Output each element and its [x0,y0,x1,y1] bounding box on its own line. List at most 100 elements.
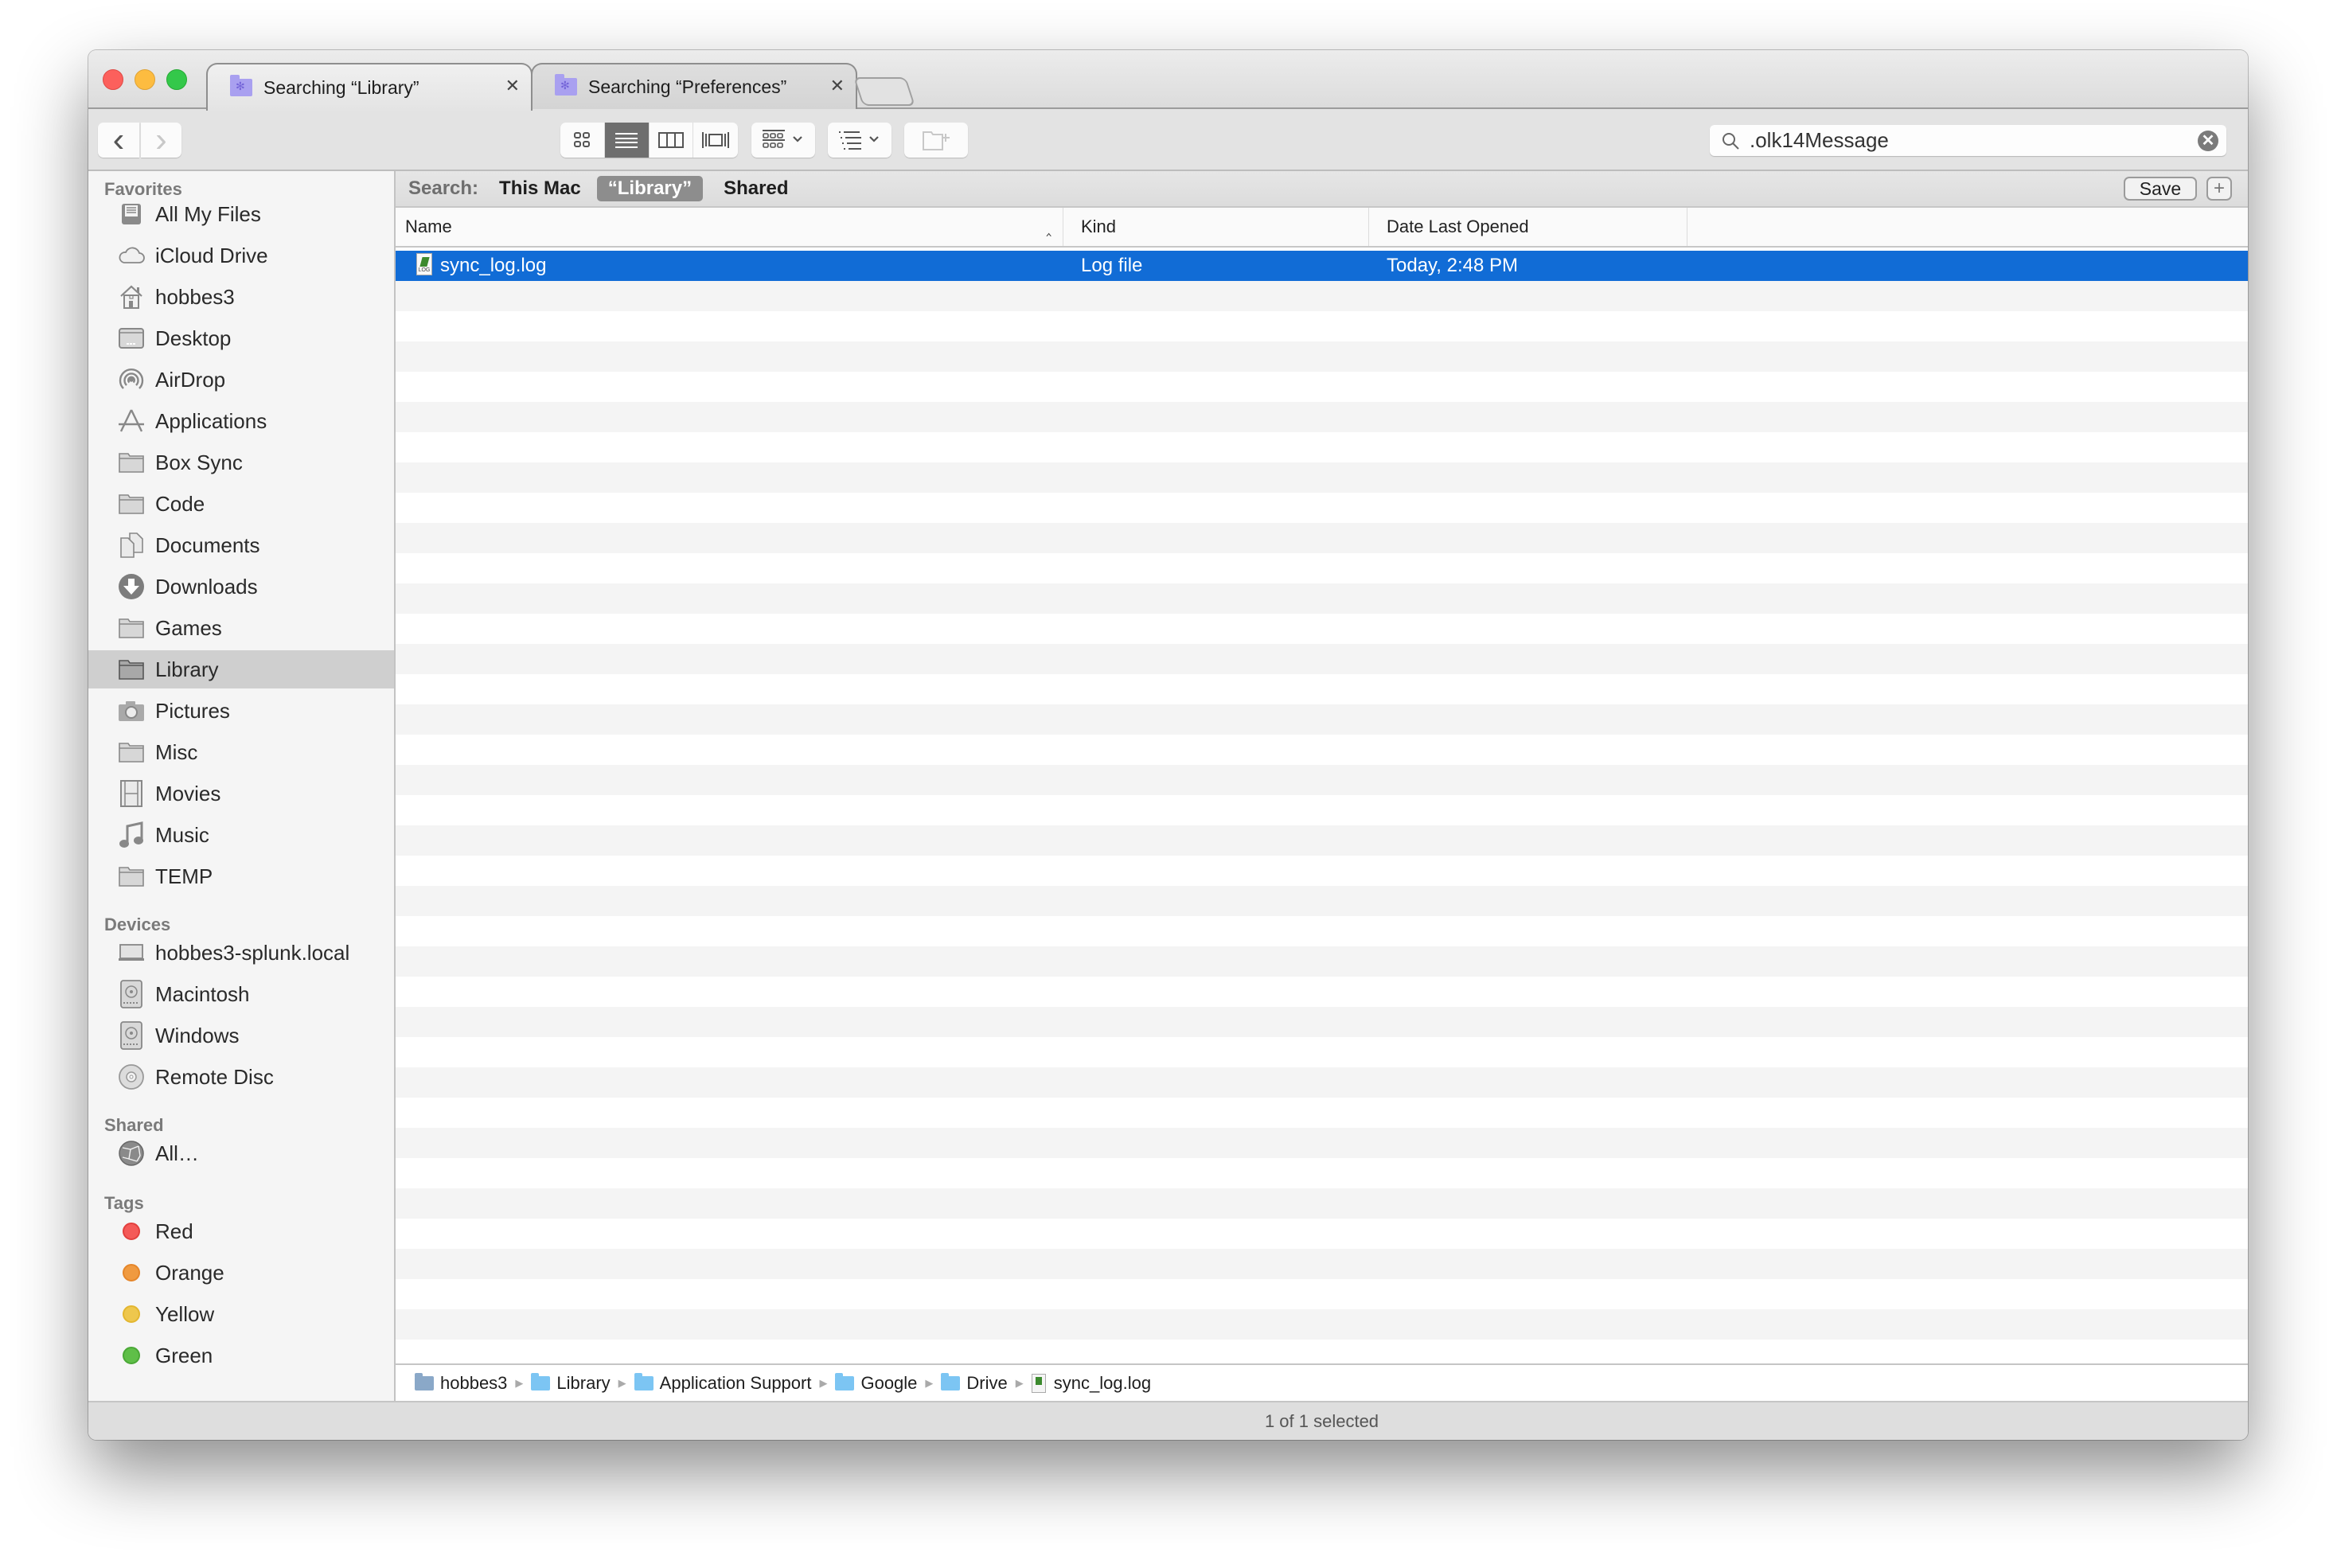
sidebar-item-desktop[interactable]: Desktop [88,319,394,357]
column-view-button[interactable] [650,123,694,158]
empty-row [396,916,2248,946]
sidebar-item-macintosh[interactable]: Macintosh [88,975,394,1013]
table-row[interactable]: LOG sync_log.log Log file Today, 2:48 PM [396,251,2248,281]
empty-row [396,402,2248,432]
tab-searching-library[interactable]: Searching “Library” ✕ [206,63,533,111]
sidebar-item-windows[interactable]: Windows [88,1016,394,1055]
folder-icon [117,655,146,684]
path-item-label: Application Support [659,1372,812,1393]
minimize-window-button[interactable] [135,69,155,90]
sidebar-item-label: Green [155,1343,213,1367]
arrange-button[interactable] [828,123,891,158]
scope-this-mac[interactable]: This Mac [499,177,581,200]
path-item-label: Library [556,1372,611,1393]
sidebar-item-temp[interactable]: TEMP [88,857,394,895]
empty-row [396,553,2248,583]
hard-drive-icon [117,980,146,1008]
path-item-hobbes3[interactable]: hobbes3 [415,1372,507,1394]
scope-library[interactable]: “Library” [596,176,704,201]
sidebar-item-icloud-drive[interactable]: iCloud Drive [88,236,394,275]
path-item-application-support[interactable]: Application Support [634,1372,812,1394]
sidebar-item-documents[interactable]: Documents [88,526,394,564]
log-file-icon [1031,1373,1046,1393]
tab-searching-preferences[interactable]: Searching “Preferences” ✕ [531,63,857,109]
list-view-button[interactable] [604,123,650,158]
home-folder-icon [415,1372,434,1391]
sidebar-item-hobbes3-splunk-local[interactable]: hobbes3-splunk.local [88,934,394,972]
sidebar-item-airdrop[interactable]: AirDrop [88,361,394,399]
path-item-google[interactable]: Google [835,1372,917,1394]
sidebar-item-yellow[interactable]: Yellow [88,1295,394,1333]
sidebar-item-all-my-files[interactable]: All My Files [88,195,394,233]
empty-row [396,1279,2248,1309]
search-scope-bar: Search: This Mac “Library” Shared Save + [396,171,2248,208]
new-folder-button[interactable] [904,123,968,158]
sidebar-item-applications[interactable]: Applications [88,402,394,440]
tab-close-icon[interactable]: ✕ [830,76,845,96]
tab-label: Searching “Library” [263,76,419,98]
clear-search-icon[interactable]: ✕ [2198,131,2218,151]
sidebar-item-code[interactable]: Code [88,485,394,523]
empty-row [396,977,2248,1007]
back-button[interactable]: ‹ [98,123,139,158]
date-last-opened-cell: Today, 2:48 PM [1387,255,1518,276]
tab-close-icon[interactable]: ✕ [505,76,520,96]
cover-flow-view-button[interactable] [693,123,738,158]
search-field[interactable]: ✕ [1710,125,2226,156]
toolbar: ‹ › .olk14Message ✕ [88,109,2248,171]
arrange-icon [839,131,879,150]
forward-button[interactable]: › [141,123,181,158]
empty-row [396,1098,2248,1128]
sidebar-item-movies[interactable]: Movies [88,774,394,813]
column-header-name[interactable]: Name ‸ [396,208,1063,246]
zoom-window-button[interactable] [166,69,187,90]
finder-window: Searching “Library” ✕ Searching “Prefere… [88,50,2248,1440]
path-item-label: sync_log.log [1053,1372,1152,1393]
sidebar-item-hobbes3[interactable]: hobbes3 [88,278,394,316]
path-item-sync-log-log[interactable]: sync_log.log [1031,1372,1152,1394]
scope-shared[interactable]: Shared [724,177,788,200]
sidebar-item-remote-disc[interactable]: Remote Disc [88,1058,394,1096]
group-by-button[interactable] [751,123,815,158]
sidebar-item-label: TEMP [155,864,213,888]
path-item-drive[interactable]: Drive [941,1372,1008,1394]
icon-view-button[interactable] [560,123,605,158]
sidebar-item-downloads[interactable]: Downloads [88,568,394,606]
empty-row [396,946,2248,977]
add-criteria-button[interactable]: + [2206,177,2232,201]
sidebar-item-pictures[interactable]: Pictures [88,692,394,730]
path-item-library[interactable]: Library [531,1372,611,1394]
file-list: Name ‸ Kind Date Last Opened LOG sync_log… [396,208,2248,1415]
status-bar: 1 of 1 selected [88,1401,2248,1440]
sidebar-item-orange[interactable]: Orange [88,1254,394,1292]
tag-red-dot-icon [117,1217,146,1246]
sidebar-item-label: Documents [155,532,260,557]
search-input[interactable] [1748,127,2197,154]
empty-row [396,1128,2248,1158]
sidebar-item-label: Orange [155,1260,224,1285]
new-tab-button[interactable] [853,77,915,106]
sidebar-item-library[interactable]: Library [88,650,394,688]
empty-row [396,1188,2248,1219]
sidebar-item-games[interactable]: Games [88,609,394,647]
column-header-date-last-opened[interactable]: Date Last Opened [1369,208,1687,246]
sidebar-item-green[interactable]: Green [88,1336,394,1375]
sidebar-item-label: Code [155,491,205,516]
close-window-button[interactable] [103,69,123,90]
empty-row [396,735,2248,765]
sidebar-item-all[interactable]: All… [88,1134,394,1172]
path-item-label: Drive [966,1372,1008,1393]
save-search-button[interactable]: Save [2124,177,2197,201]
sidebar-item-box-sync[interactable]: Box Sync [88,443,394,482]
empty-row [396,1309,2248,1340]
shared-header: Shared [104,1115,164,1135]
sidebar-item-misc[interactable]: Misc [88,733,394,771]
sidebar-item-music[interactable]: Music [88,816,394,854]
empty-row [396,1037,2248,1067]
file-kind-cell: Log file [1081,255,1143,276]
column-header-label: Date Last Opened [1387,216,1529,236]
music-note-icon [117,821,146,849]
tag-color-dot [123,1264,140,1281]
column-header-kind[interactable]: Kind [1063,208,1369,246]
sidebar-item-red[interactable]: Red [88,1212,394,1250]
